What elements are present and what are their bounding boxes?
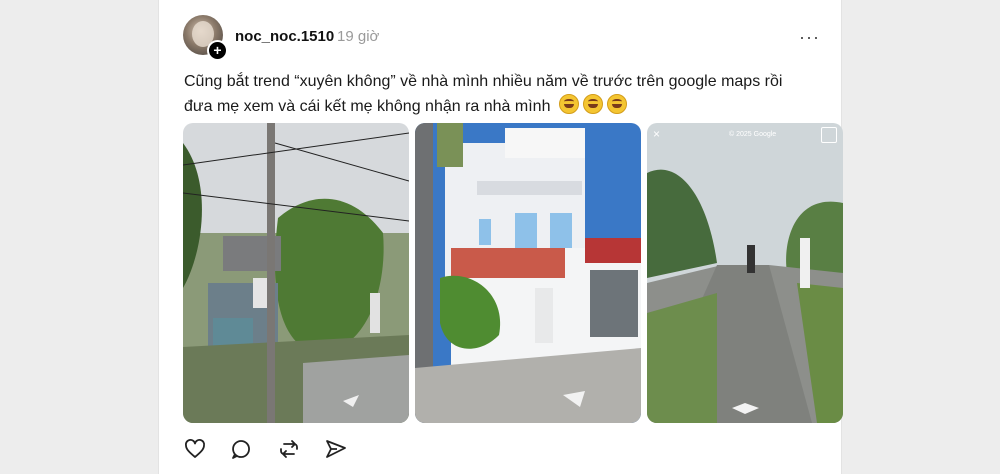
grinning-sweat-emoji: [558, 94, 579, 114]
old-house-street-image: [183, 123, 409, 423]
street-view-photo-2[interactable]: [415, 123, 641, 423]
post-card: + noc_noc.1510 19 giờ ··· Cũng bắt trend…: [158, 0, 843, 474]
more-options-icon[interactable]: ···: [799, 27, 820, 48]
new-house-street-image: [415, 123, 641, 423]
comment-icon[interactable]: [229, 437, 253, 461]
follow-plus-icon[interactable]: +: [207, 40, 228, 61]
grinning-sweat-emoji: [582, 94, 603, 114]
map-attribution: © 2025 Google: [729, 131, 777, 138]
caption-line-2: đưa mẹ xem và cái kết mẹ không nhận ra n…: [184, 94, 824, 119]
caption-line-1: Cũng bắt trend “xuyên không” về nhà mình…: [184, 73, 783, 90]
external-link-icon[interactable]: [821, 127, 837, 143]
avatar[interactable]: +: [183, 15, 228, 61]
street-view-photo-3[interactable]: © 2025 Google ×: [647, 123, 843, 423]
close-icon[interactable]: ×: [653, 127, 667, 141]
username[interactable]: noc_noc.1510: [235, 28, 334, 45]
grinning-sweat-emoji: [606, 94, 627, 114]
street-view-photo-1[interactable]: [183, 123, 409, 423]
post-caption: Cũng bắt trend “xuyên không” về nhà mình…: [184, 70, 824, 119]
dirt-road-street-image: [647, 123, 843, 423]
repost-icon[interactable]: [277, 437, 301, 461]
heart-icon[interactable]: [183, 437, 207, 461]
share-icon[interactable]: [324, 437, 348, 461]
post-time: 19 giờ: [337, 28, 380, 45]
caption-line-2-text: đưa mẹ xem và cái kết mẹ không nhận ra n…: [184, 98, 551, 115]
